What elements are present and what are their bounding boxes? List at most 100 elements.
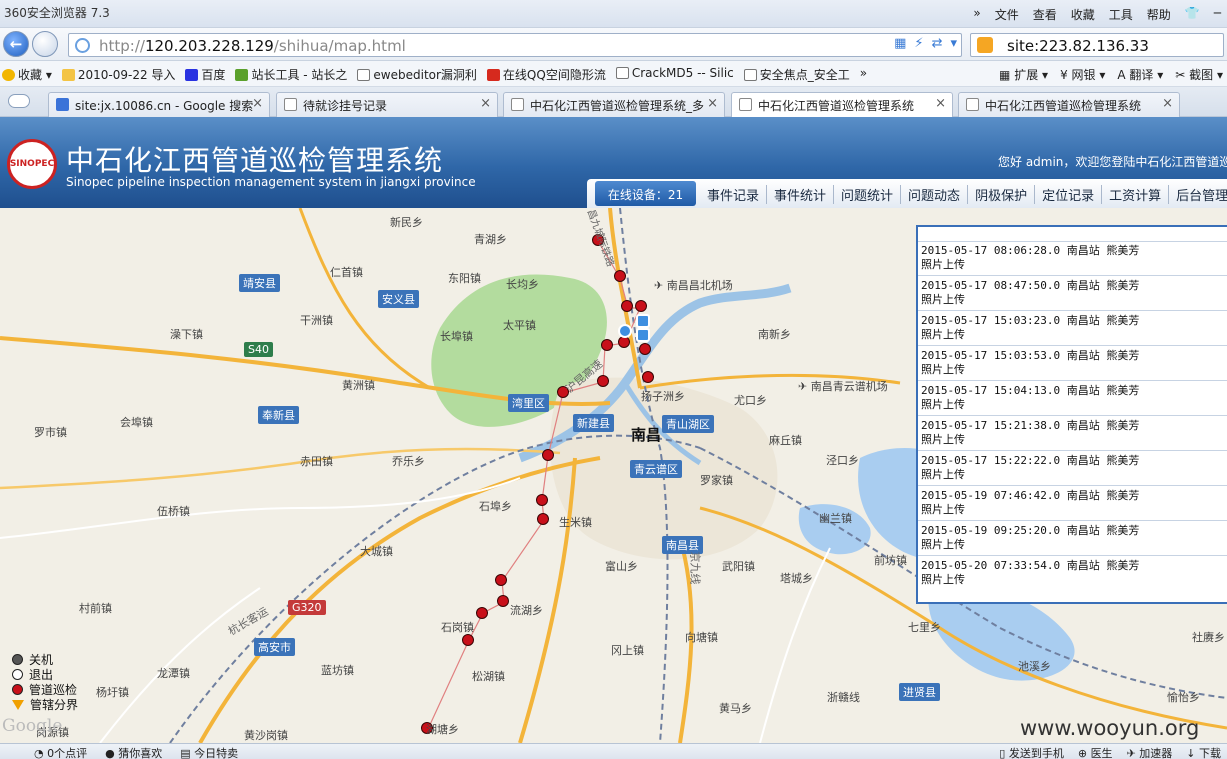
site-subtitle: Sinopec pipeline inspection management s… <box>66 175 476 189</box>
fav-zhanzhang[interactable]: 站长工具 - 站长之 <box>235 66 347 83</box>
search-box[interactable]: site:223.82.136.33 <box>970 33 1224 57</box>
patrol-marker[interactable] <box>497 595 509 607</box>
cloud-icon[interactable] <box>8 94 30 108</box>
globe-icon <box>75 38 90 53</box>
search-engine-icon[interactable] <box>977 37 993 53</box>
menu-cathodic-protection[interactable]: 阴极保护 <box>968 185 1036 204</box>
event-item[interactable]: 2015-05-17 15:22:22.0 南昌站 熊美芳 照片上传 <box>921 454 1139 482</box>
event-item[interactable]: 2015-05-19 07:46:42.0 南昌站 熊美芳 照片上传 <box>921 489 1139 517</box>
patrol-marker[interactable] <box>476 607 488 619</box>
menu-event-records[interactable]: 事件记录 <box>700 185 768 204</box>
menu-wage-calc[interactable]: 工资计算 <box>1102 185 1170 204</box>
event-item[interactable]: 2015-05-17 15:03:53.0 南昌站 熊美芳 照片上传 <box>921 349 1139 377</box>
patrol-marker[interactable] <box>462 634 474 646</box>
site-header: SINOPEC 中石化江西管道巡检管理系统 Sinopec pipeline i… <box>0 117 1227 208</box>
close-icon[interactable]: × <box>480 96 491 111</box>
event-item[interactable]: 2015-05-19 09:25:20.0 南昌站 熊美芳 照片上传 <box>921 524 1139 552</box>
patrol-marker[interactable] <box>537 513 549 525</box>
fav-xfocus[interactable]: 安全焦点_安全工 <box>743 66 850 83</box>
triangle-icon <box>12 699 24 710</box>
lightning-icon[interactable]: ⚡ <box>914 36 923 51</box>
event-item[interactable]: 2015-05-17 15:03:23.0 南昌站 熊美芳 照片上传 <box>921 314 1139 342</box>
close-icon[interactable]: × <box>707 96 718 111</box>
comments-button[interactable]: ◔ 0个点评 <box>34 745 87 759</box>
fav-crackmd5[interactable]: CrackMD5 -- Silic <box>615 66 734 83</box>
fav-more[interactable]: » <box>860 66 867 83</box>
doctor-button[interactable]: ⊕ 医生 <box>1078 745 1113 759</box>
accelerator-button[interactable]: ✈ 加速器 <box>1127 745 1173 759</box>
chevron-down-icon[interactable]: ▾ <box>950 36 957 51</box>
patrol-marker[interactable] <box>601 339 613 351</box>
menu-event-stats[interactable]: 事件统计 <box>767 185 835 204</box>
close-icon[interactable]: × <box>252 96 263 111</box>
close-icon[interactable]: × <box>935 96 946 111</box>
event-separator <box>918 310 1227 311</box>
minimize-icon[interactable]: ─ <box>1214 6 1221 23</box>
airport-label: ✈ 南昌昌北机场 <box>654 279 733 292</box>
place-label: 龙潭镇 <box>157 667 190 680</box>
menu-problem-stats[interactable]: 问题统计 <box>834 185 902 204</box>
ebank-button[interactable]: ¥ 网银 ▾ <box>1060 66 1105 83</box>
event-separator <box>918 241 1227 242</box>
fav-collection[interactable]: 收藏 ▾ <box>2 66 52 83</box>
daily-deals-button[interactable]: ▤ 今日特卖 <box>180 745 238 759</box>
extensions-button[interactable]: ▦ 扩展 ▾ <box>999 66 1048 83</box>
search-query[interactable]: site:223.82.136.33 <box>1007 37 1149 55</box>
place-label: 会埠镇 <box>120 416 153 429</box>
patrol-marker[interactable] <box>639 343 651 355</box>
tab-sinopec-1[interactable]: 中石化江西管道巡检管理系统_多 × <box>503 92 725 117</box>
place-label: 尤口乡 <box>734 394 767 407</box>
patrol-marker[interactable] <box>642 371 654 383</box>
translate-button[interactable]: A 翻译 ▾ <box>1117 66 1163 83</box>
tab-sinopec-3[interactable]: 中石化江西管道巡检管理系统 × <box>958 92 1180 117</box>
patrol-marker[interactable] <box>536 494 548 506</box>
address-bar[interactable]: http://120.203.228.129/shihua/map.html ▦… <box>68 33 962 57</box>
menu-file[interactable]: 文件 <box>995 6 1019 23</box>
menu-help[interactable]: 帮助 <box>1147 6 1171 23</box>
patrol-marker[interactable] <box>635 300 647 312</box>
device-cluster-icon[interactable] <box>618 314 652 344</box>
fav-qq[interactable]: 在线QQ空间隐形流 <box>486 66 606 83</box>
place-label: 蓝坊镇 <box>321 664 354 677</box>
patrol-marker[interactable] <box>597 375 609 387</box>
download-button[interactable]: ↓ 下载 <box>1186 745 1221 759</box>
fav-ewebeditor[interactable]: ewebeditor漏洞利 <box>357 66 477 83</box>
menu-view[interactable]: 查看 <box>1033 6 1057 23</box>
map-canvas[interactable]: 新民乡 青湖乡 仁首镇 东阳镇 长均乡 靖安县 安义县 干洲镇 太平镇 ✈ 南昌… <box>0 208 1227 743</box>
legend-shutdown: 关机 <box>12 652 78 667</box>
county-tag: 高安市 <box>254 638 295 656</box>
online-devices-button[interactable]: 在线设备：21 <box>595 181 696 206</box>
fav-folder-import[interactable]: 2010-09-22 导入 <box>61 66 175 83</box>
event-item[interactable]: 2015-05-20 07:33:54.0 南昌站 熊美芳 照片上传 <box>921 559 1139 587</box>
fav-baidu[interactable]: 百度 <box>185 66 225 83</box>
patrol-marker[interactable] <box>621 300 633 312</box>
screenshot-button[interactable]: ✂ 截图 ▾ <box>1175 66 1223 83</box>
compat-mode-icon[interactable]: ⇄ <box>932 36 943 51</box>
send-to-phone-button[interactable]: ▯ 发送到手机 <box>999 745 1064 759</box>
shirt-icon[interactable]: 👕 <box>1185 6 1200 23</box>
event-item[interactable]: 2015-05-17 08:06:28.0 南昌站 熊美芳 照片上传 <box>921 244 1139 272</box>
patrol-marker[interactable] <box>542 449 554 461</box>
menu-admin[interactable]: 后台管理 <box>1169 185 1227 204</box>
back-button[interactable]: ← <box>3 31 29 57</box>
menu-problem-dynamics[interactable]: 问题动态 <box>901 185 969 204</box>
event-item[interactable]: 2015-05-17 15:04:13.0 南昌站 熊美芳 照片上传 <box>921 384 1139 412</box>
tab-google-search[interactable]: site:jx.10086.cn - Google 搜索 × <box>48 92 270 117</box>
event-item[interactable]: 2015-05-17 15:21:38.0 南昌站 熊美芳 照片上传 <box>921 419 1139 447</box>
menu-location-records[interactable]: 定位记录 <box>1035 185 1103 204</box>
patrol-marker[interactable] <box>614 270 626 282</box>
menu-favorites[interactable]: 收藏 <box>1071 6 1095 23</box>
qr-icon[interactable]: ▦ <box>894 36 906 51</box>
close-icon[interactable]: × <box>1162 96 1173 111</box>
menu-more[interactable]: » <box>973 6 980 23</box>
district-tag: 青云谱区 <box>630 460 682 478</box>
recommend-button[interactable]: ● 猜你喜欢 <box>105 745 162 759</box>
patrol-marker[interactable] <box>495 574 507 586</box>
menu-tools[interactable]: 工具 <box>1109 6 1133 23</box>
forward-button[interactable] <box>32 31 58 57</box>
tab-sinopec-active[interactable]: 中石化江西管道巡检管理系统 × <box>731 92 953 118</box>
tab-registration-records[interactable]: 待就诊挂号记录 × <box>276 92 498 117</box>
address-url[interactable]: http://120.203.228.129/shihua/map.html <box>99 37 406 55</box>
chinaz-icon <box>235 69 249 81</box>
event-item[interactable]: 2015-05-17 08:47:50.0 南昌站 熊美芳 照片上传 <box>921 279 1139 307</box>
